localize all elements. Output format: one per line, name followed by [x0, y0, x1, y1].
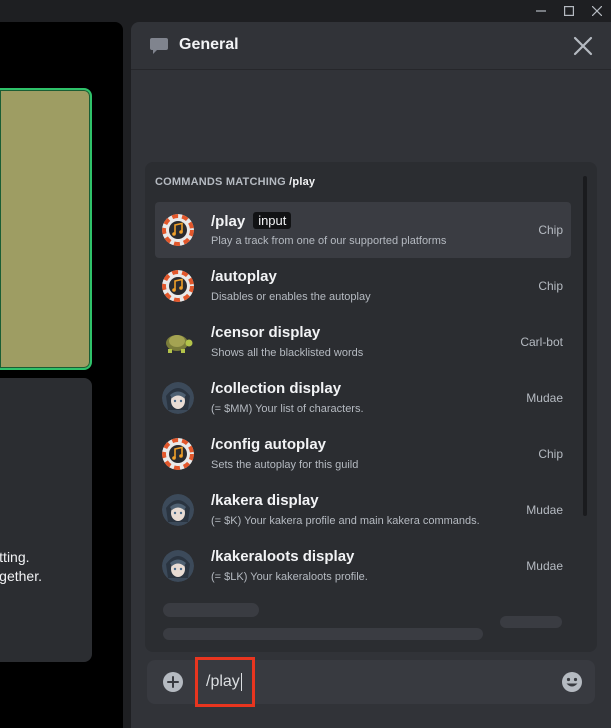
- command-item[interactable]: /kakera display (= $K) Your kakera profil…: [155, 482, 571, 538]
- command-name: /kakera display: [211, 492, 319, 509]
- close-icon[interactable]: [571, 34, 595, 58]
- mudae-avatar: [162, 494, 194, 526]
- command-name-text: /censor display: [211, 324, 321, 341]
- tile-caption-line: tting.: [0, 549, 30, 565]
- command-source-app: Mudae: [526, 559, 563, 573]
- message-input[interactable]: /play: [195, 657, 255, 707]
- mudae-avatar: [162, 550, 194, 582]
- command-item[interactable]: /kakeraloots display (= $LK) Your kakeral…: [155, 538, 571, 594]
- participant-tile-speaking[interactable]: [0, 88, 92, 370]
- window-controls: [527, 0, 611, 22]
- chat-header: General: [131, 22, 611, 70]
- command-item[interactable]: /config autoplay Sets the autoplay for th…: [155, 426, 571, 482]
- chat-panel: General COMMANDS MATCHING /play /play inp…: [131, 22, 611, 728]
- command-name: /autoplay: [211, 268, 277, 285]
- command-name-text: /kakera display: [211, 492, 319, 509]
- video-stage: tting. gether.: [0, 22, 123, 728]
- command-autocomplete: COMMANDS MATCHING /play /play input Play a…: [145, 162, 597, 652]
- window-close-icon[interactable]: [583, 0, 611, 22]
- command-list: /play input Play a track from one of our s…: [155, 202, 571, 594]
- command-name-text: /config autoplay: [211, 436, 327, 453]
- command-description: Shows all the blacklisted words: [211, 347, 364, 359]
- chip-avatar: [162, 438, 194, 470]
- command-option-badge: input: [253, 212, 292, 229]
- autocomplete-heading-prefix: COMMANDS MATCHING: [155, 176, 286, 188]
- command-source-app: Chip: [538, 279, 563, 293]
- maximize-icon[interactable]: [555, 0, 583, 22]
- message-composer: /play: [147, 657, 595, 707]
- command-description: Play a track from one of our supported p…: [211, 235, 447, 247]
- command-description: (= $LK) Your kakeraloots profile.: [211, 571, 368, 583]
- command-source-app: Mudae: [526, 391, 563, 405]
- participant-tile[interactable]: tting. gether.: [0, 378, 92, 662]
- command-source-app: Chip: [538, 223, 563, 237]
- command-source-app: Mudae: [526, 503, 563, 517]
- mudae-avatar: [162, 382, 194, 414]
- command-description: (= $K) Your kakera profile and main kake…: [211, 515, 480, 527]
- loading-placeholder: [500, 616, 562, 628]
- turtle-avatar: [162, 326, 194, 358]
- chip-avatar: [162, 270, 194, 302]
- command-name-text: /play: [211, 213, 246, 230]
- tile-caption-line: gether.: [0, 568, 42, 584]
- minimize-icon[interactable]: [527, 0, 555, 22]
- chip-avatar: [162, 214, 194, 246]
- command-name-text: /kakeraloots display: [211, 548, 355, 565]
- text-caret: [240, 673, 242, 691]
- command-name: /play input: [211, 212, 292, 230]
- command-item[interactable]: /collection display (= $MM) Your list of …: [155, 370, 571, 426]
- command-name-text: /autoplay: [211, 268, 277, 285]
- command-item[interactable]: /autoplay Disables or enables the autopla…: [155, 258, 571, 314]
- command-description: Sets the autoplay for this guild: [211, 459, 359, 471]
- autocomplete-scrollbar[interactable]: [583, 176, 587, 516]
- channel-title: General: [179, 36, 239, 53]
- command-item[interactable]: /censor display Shows all the blacklisted…: [155, 314, 571, 370]
- add-attachment-icon[interactable]: [163, 672, 183, 692]
- command-name: /kakeraloots display: [211, 548, 354, 565]
- loading-placeholder: [163, 628, 483, 640]
- command-name-text: /collection display: [211, 380, 342, 397]
- command-description: Disables or enables the autoplay: [211, 291, 371, 303]
- command-item[interactable]: /play input Play a track from one of our s…: [155, 202, 571, 258]
- tile-caption: tting. gether.: [0, 548, 42, 586]
- command-source-app: Chip: [538, 447, 563, 461]
- autocomplete-heading-query: /play: [289, 176, 316, 188]
- command-name: /config autoplay: [211, 436, 326, 453]
- command-source-app: Carl-bot: [520, 335, 563, 349]
- message-input-value: /play: [206, 673, 240, 690]
- autocomplete-heading: COMMANDS MATCHING /play: [155, 176, 315, 188]
- command-name: /censor display: [211, 324, 320, 341]
- command-description: (= $MM) Your list of characters.: [211, 403, 364, 415]
- loading-placeholder: [163, 603, 259, 617]
- chat-bubble-icon: [150, 38, 168, 54]
- emoji-icon[interactable]: [561, 671, 583, 693]
- command-name: /collection display: [211, 380, 341, 397]
